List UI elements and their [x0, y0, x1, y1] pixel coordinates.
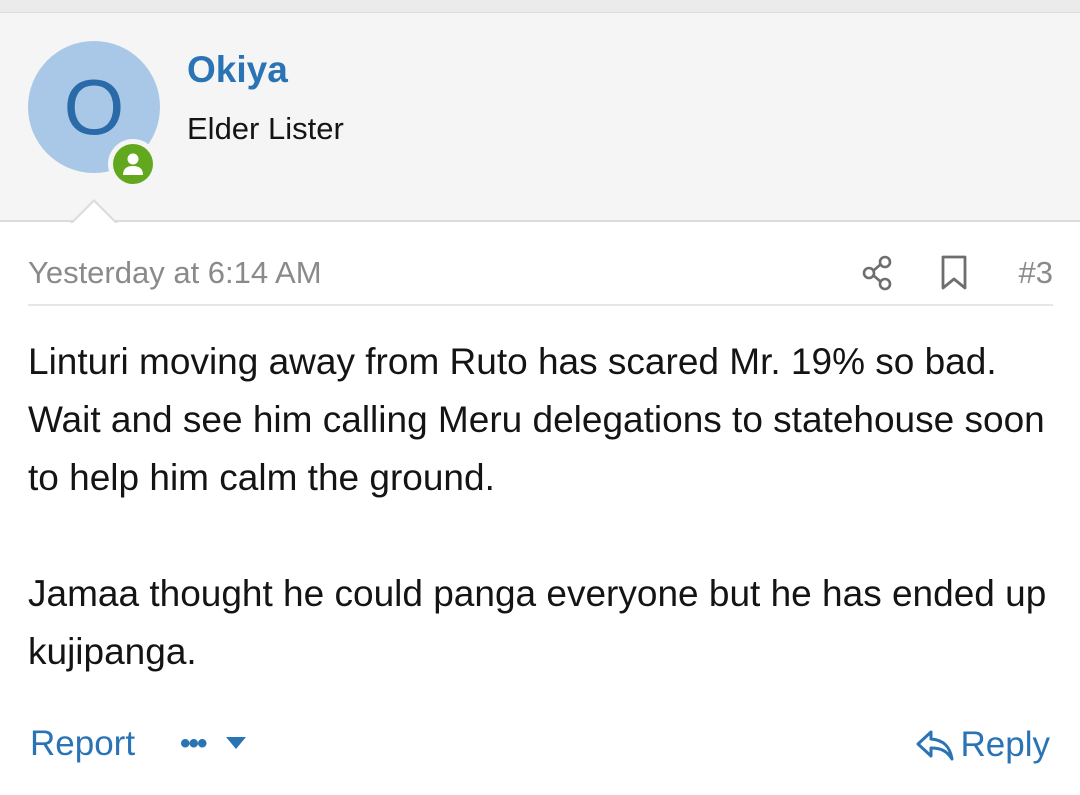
post-paragraph: Linturi moving away from Ruto has scared… — [28, 341, 1045, 498]
reply-button[interactable]: Reply — [915, 724, 1050, 766]
more-actions-menu[interactable]: ••• — [180, 727, 250, 760]
person-icon — [123, 153, 143, 175]
post-body: Linturi moving away from Ruto has scared… — [28, 333, 1053, 681]
share-icon[interactable] — [861, 254, 895, 292]
bubble-notch-inner — [72, 202, 116, 224]
top-strip — [0, 0, 1080, 13]
online-status-badge — [108, 139, 158, 189]
reply-label: Reply — [960, 725, 1050, 764]
post-paragraph: Jamaa thought he could panga everyone bu… — [28, 573, 1047, 672]
post-meta-row: Yesterday at 6:14 AM #3 — [28, 250, 1053, 306]
username-link[interactable]: Okiya — [187, 49, 288, 91]
post-author-header: O Okiya Elder Lister — [0, 13, 1080, 222]
caret-down-icon — [226, 737, 246, 749]
report-link[interactable]: Report — [30, 724, 135, 764]
ellipsis-icon: ••• — [180, 727, 207, 760]
post-number-link[interactable]: #3 — [1019, 255, 1053, 291]
user-title: Elder Lister — [187, 111, 344, 146]
bookmark-icon[interactable] — [940, 254, 968, 292]
post-date-link[interactable]: Yesterday at 6:14 AM — [28, 255, 322, 291]
reply-arrow-icon — [916, 730, 954, 761]
